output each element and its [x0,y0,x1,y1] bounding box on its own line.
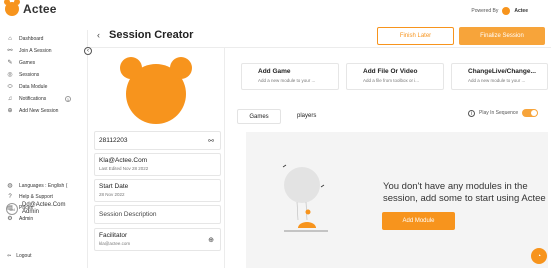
link-icon: ⚯ [7,48,13,54]
gear-icon: ⚙ [7,215,13,222]
sidebar-item-dashboard[interactable]: ⌂ Dashboard [0,33,87,45]
sidebar-item-add-new-session[interactable]: ⊕ Add New Session [0,105,87,117]
finish-later-button[interactable]: Finish Later [377,27,454,45]
card-title: Add Game [258,68,291,75]
sidebar-item-label: Sessions [19,72,40,78]
facilitator-label: Facilitator [99,232,128,239]
sidebar-item-join-session[interactable]: ⚯ Join A Session [0,45,87,57]
sidebar: ⌂ Dashboard ⚯ Join A Session ✎ Games ◎ S… [0,30,88,268]
user-profile[interactable]: Dd Dd@Actee.Com Admin [6,202,65,216]
play-in-sequence-label: Play In Sequence [479,110,519,116]
start-date-field[interactable]: Start Date 28 Nov 2022 [94,179,221,202]
sidebar-item-label: Dashboard [19,36,44,42]
empty-state-illustration [282,164,328,232]
owner-field[interactable]: Kla@Actee.Com Last Edited Nov 28 2022 [94,153,221,176]
help-icon: ? [8,193,12,200]
sidebar-item-label: Data Module [19,84,48,90]
add-module-button[interactable]: Add Module [382,212,455,230]
card-desc: Add a file from toolbox or i... [363,78,420,83]
sidebar-item-label: Admin [19,215,34,222]
sidebar-item-label: Help & Support [19,193,53,200]
empty-state-line-1: You don't have any modules in the [383,181,528,192]
play-in-sequence-control: i Play In Sequence [468,109,539,117]
notification-count-badge: 1 [65,96,71,102]
card-desc: Add a new module to your ... [468,78,526,83]
chat-support-icon[interactable]: ◔ [531,248,547,264]
bell-icon: ♫ [7,96,13,102]
sidebar-item-label: Join A Session [19,48,52,54]
back-arrow-icon[interactable]: ‹ [97,30,100,40]
add-facilitator-icon[interactable]: ⊕ [208,236,214,244]
tab-players[interactable]: players [297,113,316,119]
owner-email: Kla@Actee.Com [99,157,148,164]
brand-logo: Actee [4,0,57,16]
empty-state-line-2: session, add some to start using Actee [383,193,546,204]
sidebar-item-label: Games [19,60,36,66]
logout-icon: ⇦ [7,253,12,259]
start-date-label: Start Date [99,183,129,190]
sidebar-item-data-module[interactable]: ⬭ Data Module [0,81,87,93]
facilitator-field[interactable]: Facilitator kla@actee.com ⊕ [94,228,221,251]
card-title: ChangeLive/Change... [468,68,536,75]
info-icon[interactable]: i [468,109,475,117]
sidebar-item-games[interactable]: ✎ Games [0,57,87,69]
link-icon[interactable]: ⚯ [208,137,214,145]
logout-label: Logout [16,253,32,259]
change-live-card[interactable]: ChangeLive/Change... Add a new module to… [451,63,548,90]
page-title: Session Creator [109,29,194,41]
actee-logo-icon [4,0,20,16]
start-date-value: 28 Nov 2022 [99,192,125,197]
powered-by-name: Actee [514,8,528,14]
session-avatar-image[interactable] [117,50,195,126]
add-file-video-card[interactable]: Add File Or Video Add a file from toolbo… [346,63,444,90]
sidebar-item-label: Add New Session [19,108,59,114]
last-edited: Last Edited Nov 28 2022 [99,166,149,171]
header-divider [88,47,551,48]
sidebar-item-notifications[interactable]: ♫ Notifications 1 [0,93,87,105]
tab-games[interactable]: Games [237,109,281,124]
plus-icon: ⊕ [7,108,13,114]
powered-by: Powered By Actee [471,7,528,15]
session-description-placeholder: Session Description [99,211,157,218]
globe-icon: ◍ [7,182,13,189]
empty-state-message: You don't have any modules in the sessio… [383,181,546,205]
pencil-icon: ✎ [7,60,13,66]
actee-small-logo-icon [502,7,511,15]
card-desc: Add a new module to your ... [258,78,316,83]
avatar: Dd [6,203,18,215]
profile-role: Admin [22,209,40,215]
brand-name: Actee [23,2,57,16]
sidebar-item-label: Notifications [19,96,47,102]
card-title: Add File Or Video [363,68,418,75]
powered-by-label: Powered By [471,8,499,14]
sidebar-item-sessions[interactable]: ◎ Sessions [0,69,87,81]
session-icon: ◎ [7,72,13,78]
finalize-session-button[interactable]: Finalize Session [459,27,545,45]
panel-divider [224,48,225,268]
add-game-card[interactable]: Add Game Add a new module to your ... [241,63,339,90]
logout-button[interactable]: ⇦ Logout [7,253,32,259]
home-icon: ⌂ [8,36,12,42]
collapse-sidebar-icon[interactable]: ‹ [84,47,92,55]
sidebar-item-languages[interactable]: ◍ Languages : English ( [0,180,88,191]
play-in-sequence-toggle[interactable] [522,109,539,117]
data-icon: ⬭ [7,84,13,90]
session-code-field[interactable]: 28112203 ⚯ [94,131,221,150]
sidebar-item-help-support[interactable]: ? Help & Support [0,191,88,202]
profile-email: Dd@Actee.Com [22,202,66,208]
session-description-field[interactable]: Session Description [94,205,221,224]
sidebar-item-label: Languages : English ( [19,182,68,189]
facilitator-value: kla@actee.com [99,241,131,246]
session-code: 28112203 [99,137,128,144]
